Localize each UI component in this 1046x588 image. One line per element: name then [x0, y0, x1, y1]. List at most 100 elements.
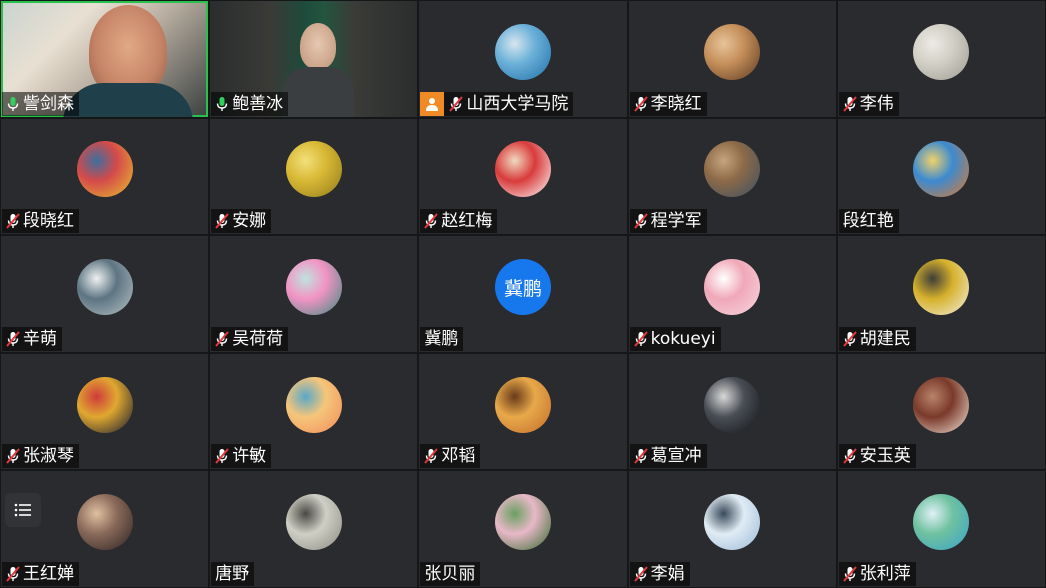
participant-name: kokueyi — [650, 328, 716, 349]
list-menu-icon — [14, 504, 31, 517]
avatar — [494, 376, 551, 433]
name-tag: 安玉英 — [838, 444, 916, 469]
avatar — [494, 23, 551, 80]
name-tag: 唐野 — [211, 561, 255, 586]
participant-grid: 訾剑森 鲍善冰 山西大学马院 李晓红 李伟 段晓红 安娜 赵红梅 程学军 段红艳 辛萌 吴荷荷 冀鹏 冀鹏… — [0, 0, 1046, 588]
participant-tile[interactable]: 张贝丽 — [419, 471, 627, 587]
avatar — [913, 259, 970, 316]
participant-name: 张淑琴 — [23, 446, 74, 467]
video-shoulders — [63, 83, 193, 117]
avatar: 冀鹏 — [494, 259, 551, 316]
participant-tile[interactable]: 辛萌 — [1, 236, 209, 352]
microphone-muted-icon — [449, 95, 464, 112]
name-tag: 訾剑森 — [2, 91, 79, 116]
participant-tile[interactable]: 张利萍 — [837, 471, 1045, 587]
participant-tile[interactable]: 胡建民 — [837, 236, 1045, 352]
participant-tile[interactable]: 吴荷荷 — [210, 236, 418, 352]
microphone-muted-icon — [6, 566, 20, 582]
name-tag: 鲍善冰 — [211, 91, 289, 116]
participant-name: 王红婵 — [23, 563, 74, 584]
name-tag: 王红婵 — [2, 561, 79, 586]
participant-video-tile[interactable]: 訾剑森 — [1, 1, 209, 117]
participant-name: 吴荷荷 — [232, 328, 284, 349]
avatar — [913, 23, 970, 80]
video-shoulders — [282, 67, 355, 117]
microphone-icon — [6, 96, 20, 112]
avatar — [76, 259, 133, 316]
participant-name: 安娜 — [232, 211, 267, 232]
name-tag: 程学军 — [629, 209, 707, 234]
avatar — [76, 141, 133, 198]
microphone-muted-icon — [6, 331, 20, 347]
participant-name: 鲍善冰 — [232, 93, 284, 114]
microphone-muted-icon — [215, 448, 229, 465]
participant-tile[interactable]: 邓韬 — [419, 353, 627, 470]
avatar — [704, 376, 761, 433]
participant-name: 段晓红 — [23, 211, 74, 232]
name-tag: 张淑琴 — [2, 444, 79, 469]
microphone-muted-icon — [633, 95, 648, 112]
avatar — [76, 494, 133, 551]
microphone-muted-icon — [843, 566, 857, 582]
participant-tile[interactable]: 冀鹏 冀鹏 — [419, 236, 627, 352]
microphone-muted-icon — [633, 566, 648, 582]
avatar — [913, 494, 970, 551]
participant-tile[interactable]: 李晓红 — [628, 1, 836, 117]
avatar — [285, 376, 342, 433]
participant-tile[interactable]: 王红婵 — [1, 471, 209, 587]
participant-name: 邓韬 — [441, 446, 476, 467]
participant-tile[interactable]: 程学军 — [628, 118, 836, 235]
microphone-muted-icon — [843, 331, 857, 347]
avatar — [285, 494, 342, 551]
name-tag: 胡建民 — [838, 326, 916, 351]
participant-tile[interactable]: 李娟 — [628, 471, 836, 587]
participant-tile[interactable]: 张淑琴 — [1, 353, 209, 470]
participant-tile[interactable]: 葛宣冲 — [628, 353, 836, 470]
participant-tile[interactable]: 安娜 — [210, 118, 418, 235]
microphone-muted-icon — [424, 213, 439, 229]
participant-video-tile[interactable]: 鲍善冰 — [210, 1, 418, 117]
name-tag: 李晓红 — [629, 91, 707, 116]
microphone-muted-icon — [633, 448, 648, 465]
participant-name: 许敏 — [232, 446, 267, 467]
avatar — [704, 23, 761, 80]
participant-name: 胡建民 — [859, 328, 911, 349]
name-tag: 许敏 — [211, 444, 272, 469]
name-tag: 张利萍 — [838, 561, 916, 586]
avatar — [285, 141, 342, 198]
name-tag: 张贝丽 — [420, 561, 481, 586]
name-tag: 李伟 — [838, 91, 899, 116]
name-tag: 赵红梅 — [420, 209, 498, 234]
participant-tile[interactable]: 许敏 — [210, 353, 418, 470]
microphone-muted-icon — [215, 331, 229, 347]
participant-tile[interactable]: 李伟 — [837, 1, 1045, 117]
microphone-muted-icon — [843, 95, 857, 112]
participant-tile[interactable]: 唐野 — [210, 471, 418, 587]
avatar — [913, 376, 970, 433]
participant-tile[interactable]: 段红艳 — [837, 118, 1045, 235]
participant-tile[interactable]: 赵红梅 — [419, 118, 627, 235]
avatar — [76, 376, 133, 433]
participant-name: 李娟 — [650, 563, 685, 584]
microphone-muted-icon — [633, 213, 648, 229]
name-tag: 段红艳 — [838, 209, 899, 234]
microphone-muted-icon — [843, 448, 857, 465]
participant-name: 葛宣冲 — [650, 446, 702, 467]
participant-name: 訾剑森 — [23, 93, 74, 114]
participant-tile[interactable]: 山西大学马院 — [419, 1, 627, 117]
avatar — [704, 259, 761, 316]
participant-tile[interactable]: 段晓红 — [1, 118, 209, 235]
participant-name: 安玉英 — [859, 446, 911, 467]
participant-name: 李伟 — [859, 93, 894, 114]
avatar — [494, 141, 551, 198]
participant-name: 段红艳 — [842, 211, 894, 232]
participant-tile[interactable]: 安玉英 — [837, 353, 1045, 470]
participant-name: 李晓红 — [650, 93, 702, 114]
name-tag: 冀鹏 — [420, 326, 464, 351]
user-icon — [420, 91, 445, 116]
name-tag: 段晓红 — [2, 209, 79, 234]
participant-name: 山西大学马院 — [466, 93, 569, 114]
list-menu-button[interactable] — [5, 493, 41, 528]
participant-tile[interactable]: kokueyi — [628, 236, 836, 352]
name-tag: 安娜 — [211, 209, 272, 234]
